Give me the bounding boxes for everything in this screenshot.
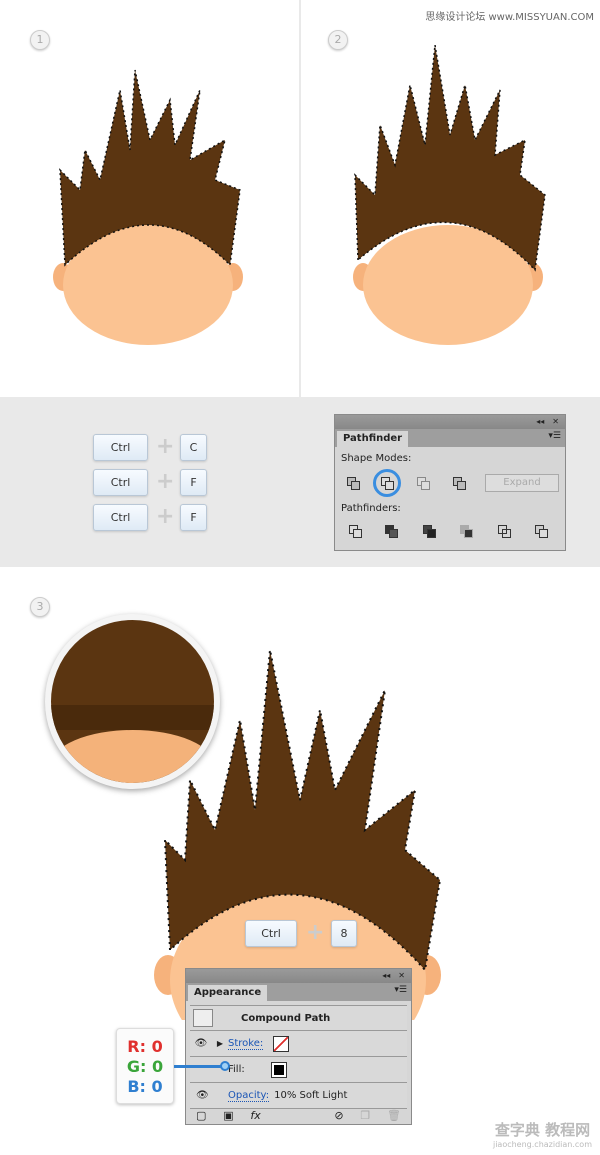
rgb-callout: R: 0 G: 0 B: 0 <box>116 1028 174 1104</box>
plus-icon: + <box>156 434 175 459</box>
pathfinders-label: Pathfinders: <box>341 503 401 514</box>
fx-icon[interactable]: fx <box>250 1109 260 1122</box>
letter-key: C <box>180 434 207 461</box>
callout-connector <box>174 1065 224 1068</box>
trash-icon[interactable]: 🗑 <box>387 1109 401 1122</box>
add-stroke-icon[interactable]: ▢ <box>196 1109 206 1122</box>
pathfinder-panel: ◂◂ ✕ Pathfinder ▾☰ Shape Modes: Expand Pat… <box>334 414 566 551</box>
opacity-link[interactable]: Opacity: <box>228 1090 270 1102</box>
panel-menu-icon[interactable]: ▾☰ <box>548 431 561 441</box>
stroke-link[interactable]: Stroke: <box>228 1038 264 1050</box>
character-head-2 <box>353 45 546 345</box>
expand-triangle-icon[interactable]: ▶ <box>212 1039 228 1048</box>
plus-icon: + <box>156 469 175 494</box>
watermark-bottom: 查字典 教程网 jiaocheng.chazidian.com <box>492 1121 592 1149</box>
panel-footer: ▢ ▣ fx ⊘ ❐ 🗑 <box>196 1109 401 1122</box>
collapse-icon[interactable]: ◂◂ <box>382 969 390 983</box>
add-fill-icon[interactable]: ▣ <box>223 1109 233 1122</box>
collapse-icon[interactable]: ◂◂ <box>536 415 544 429</box>
close-icon[interactable]: ✕ <box>398 969 405 983</box>
plus-icon: + <box>156 504 175 529</box>
fill-swatch[interactable] <box>270 1061 287 1078</box>
watermark-top: 思缘设计论坛 www.MISSYUAN.COM <box>425 12 594 23</box>
opacity-row[interactable]: 👁 Opacity: 10% Soft Light <box>190 1083 407 1109</box>
thumbnail <box>193 1009 213 1027</box>
step-number: 2 <box>328 30 348 50</box>
blue-value: B: 0 <box>127 1077 163 1096</box>
crop-icon[interactable] <box>460 525 474 539</box>
shape-modes-label: Shape Modes: <box>341 453 412 464</box>
ctrl-key: Ctrl <box>93 504 148 531</box>
close-icon[interactable]: ✕ <box>552 415 559 429</box>
red-value: R: 0 <box>127 1037 163 1056</box>
intersect-icon[interactable] <box>417 477 431 491</box>
letter-key: 8 <box>331 920 357 947</box>
trim-icon[interactable] <box>385 525 399 539</box>
zoom-magnifier <box>45 614 220 789</box>
step-number: 3 <box>30 597 50 617</box>
unite-icon[interactable] <box>347 477 361 491</box>
outline-icon[interactable] <box>498 525 512 539</box>
fill-label: Fill: <box>228 1064 245 1075</box>
appearance-panel: ◂◂ ✕ Appearance ▾☰ Compound Path 👁 ▶ Strok… <box>185 968 412 1125</box>
stroke-row[interactable]: 👁 ▶ Stroke: <box>190 1031 407 1057</box>
panel-menu-icon[interactable]: ▾☰ <box>394 985 407 995</box>
tab-appearance[interactable]: Appearance <box>188 985 268 1001</box>
expand-button[interactable]: Expand <box>485 474 559 492</box>
merge-icon[interactable] <box>423 525 437 539</box>
eye-icon[interactable]: 👁 <box>190 1090 228 1101</box>
minus-back-icon[interactable] <box>535 525 549 539</box>
minus-front-icon[interactable] <box>381 477 395 491</box>
green-value: G: 0 <box>126 1057 164 1076</box>
plus-icon: + <box>306 920 325 945</box>
stroke-none-swatch[interactable] <box>273 1035 290 1052</box>
ctrl-key: Ctrl <box>245 920 297 947</box>
duplicate-icon[interactable]: ❐ <box>360 1109 370 1122</box>
letter-key: F <box>180 469 207 496</box>
opacity-value: 10% Soft Light <box>274 1090 348 1101</box>
compound-path-row[interactable]: Compound Path <box>190 1005 407 1031</box>
eye-icon[interactable]: 👁 <box>190 1038 212 1049</box>
ctrl-key: Ctrl <box>93 434 148 461</box>
compound-path-label: Compound Path <box>241 1012 331 1024</box>
letter-key: F <box>180 504 207 531</box>
ctrl-key: Ctrl <box>93 469 148 496</box>
exclude-icon[interactable] <box>453 477 467 491</box>
character-head-1 <box>53 69 243 345</box>
divide-icon[interactable] <box>349 525 363 539</box>
callout-dot <box>220 1061 230 1071</box>
step-number: 1 <box>30 30 50 50</box>
clear-icon[interactable]: ⊘ <box>334 1109 343 1122</box>
tab-pathfinder[interactable]: Pathfinder <box>337 431 409 447</box>
